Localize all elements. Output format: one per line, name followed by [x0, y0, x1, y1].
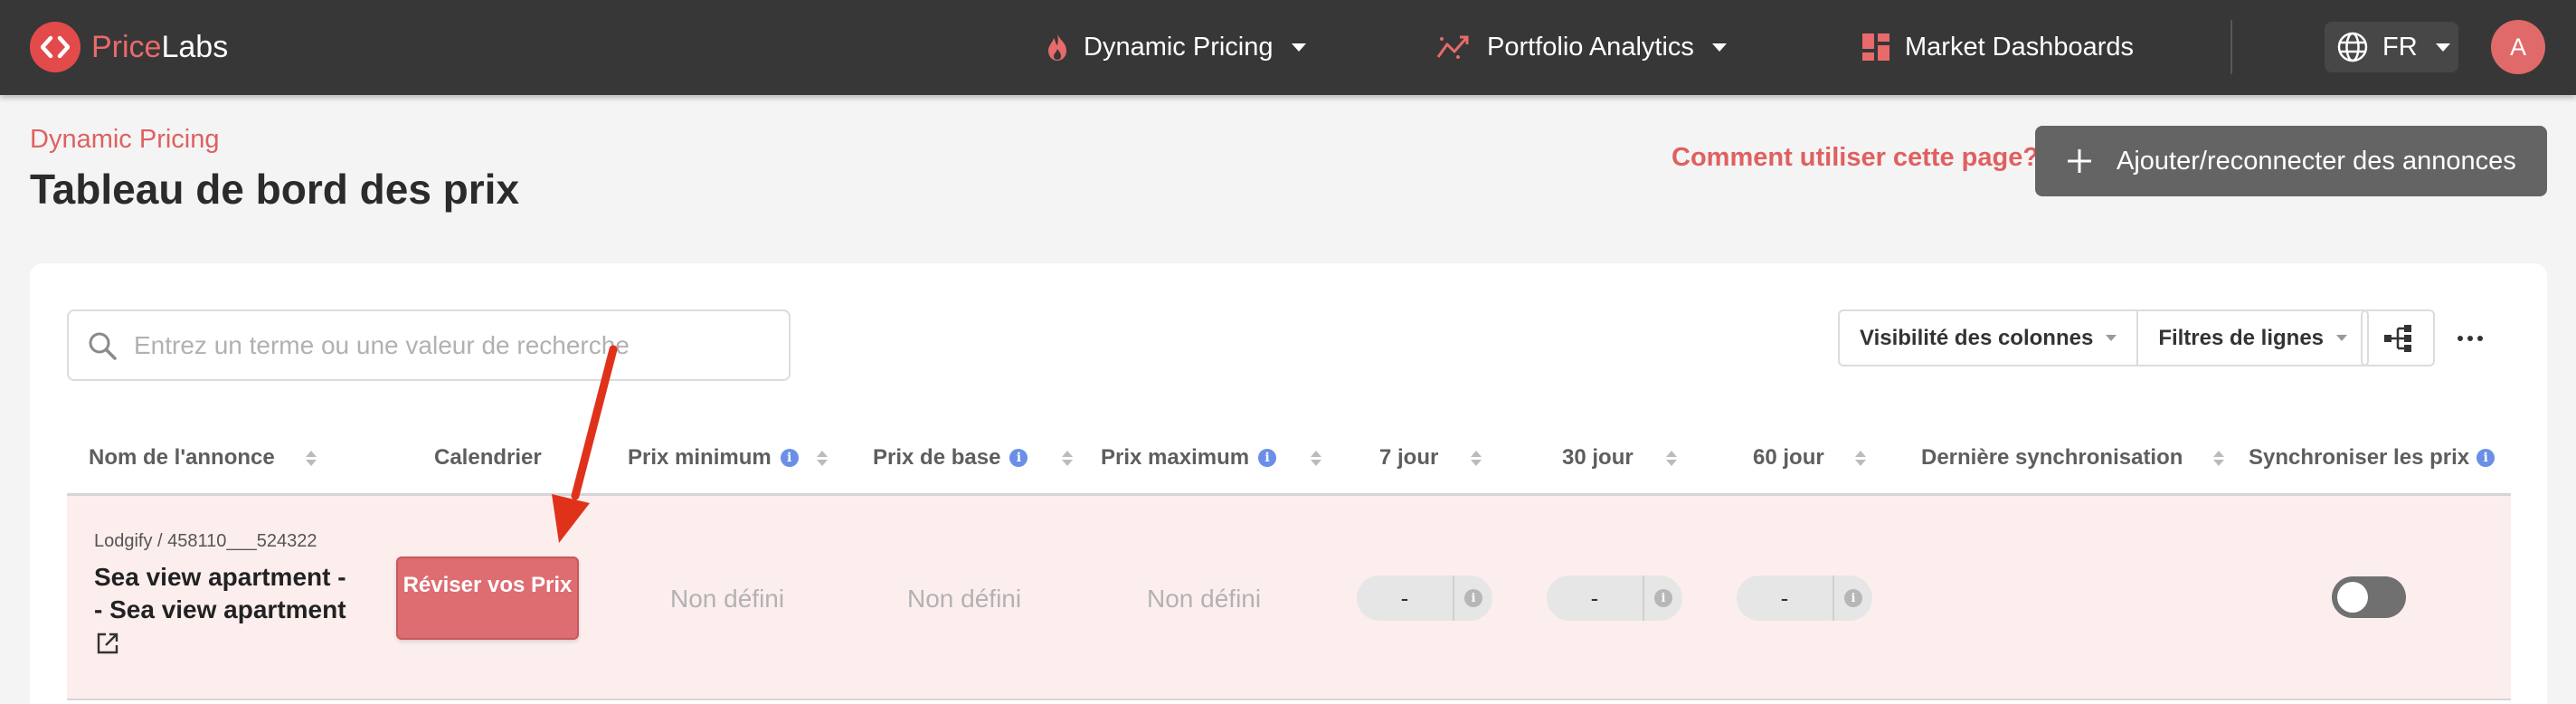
column-header-30-day[interactable]: 30 jour: [1562, 440, 1677, 476]
occupancy-30-day-value: -: [1547, 576, 1644, 621]
breadcrumb[interactable]: Dynamic Pricing: [30, 125, 220, 155]
info-icon[interactable]: i: [2477, 449, 2496, 467]
column-header-label: Nom de l'annonce: [89, 445, 275, 470]
info-icon[interactable]: i: [1258, 449, 1277, 467]
column-header-label: Dernière synchronisation: [1921, 445, 2183, 470]
row-filters-label: Filtres de lignes: [2158, 325, 2325, 350]
column-header-label: Prix maximum: [1101, 445, 1250, 470]
column-header-60-day[interactable]: 60 jour: [1753, 440, 1866, 476]
table-options-group: Visibilité des colonnes Filtres de ligne…: [1838, 309, 2370, 366]
max-price-value[interactable]: Non défini: [1147, 585, 1261, 614]
language-selector[interactable]: FR: [2325, 22, 2458, 72]
min-price-value[interactable]: Non défini: [670, 585, 784, 614]
nav-divider: [2230, 20, 2232, 74]
nav-market-dashboards[interactable]: Market Dashboards: [1861, 24, 2134, 71]
dashboard-icon: [1862, 33, 1889, 61]
column-header-calendar: Calendrier: [434, 440, 542, 476]
sort-icon: [816, 450, 828, 466]
nav-dynamic-pricing-label: Dynamic Pricing: [1084, 32, 1274, 62]
sort-icon: [1311, 450, 1322, 466]
info-icon[interactable]: i: [1844, 589, 1862, 607]
logo-text: PriceLabs: [91, 29, 229, 64]
column-header-label: Prix minimum: [628, 445, 772, 470]
nav-portfolio-analytics-label: Portfolio Analytics: [1487, 32, 1694, 62]
column-header-min-price[interactable]: Prix minimum i: [628, 440, 828, 476]
search-icon: [89, 332, 117, 360]
review-prices-button[interactable]: Réviser vos Prix: [396, 557, 579, 640]
row-filters-button[interactable]: Filtres de lignes: [2136, 311, 2367, 365]
trend-chart-icon: [1436, 35, 1469, 59]
info-icon[interactable]: i: [1464, 589, 1482, 607]
more-options-icon[interactable]: [2449, 323, 2491, 354]
base-price-value[interactable]: Non défini: [907, 585, 1021, 614]
search-input[interactable]: Entrez un terme ou une valeur de recherc…: [67, 309, 791, 381]
chevron-down-icon: [1291, 43, 1306, 52]
listing-source: Lodgify / 458110___524322: [94, 531, 317, 551]
sort-icon: [305, 450, 317, 466]
column-header-base-price[interactable]: Prix de base i: [873, 440, 1074, 476]
sort-icon: [1471, 450, 1482, 466]
add-listings-label: Ajouter/reconnecter des annonces: [2117, 146, 2516, 176]
add-listings-button[interactable]: Ajouter/reconnecter des annonces: [2035, 126, 2547, 196]
listing-name: Sea view apartment - - Sea view apartmen…: [94, 563, 346, 623]
column-header-label: Prix de base: [873, 445, 1001, 470]
column-header-7-day[interactable]: 7 jour: [1379, 440, 1482, 476]
chevron-down-icon: [2336, 335, 2348, 341]
column-header-max-price[interactable]: Prix maximum i: [1101, 440, 1322, 476]
column-header-listing-name[interactable]: Nom de l'annonce: [89, 440, 317, 476]
chevron-down-icon: [2435, 43, 2450, 52]
column-visibility-button[interactable]: Visibilité des colonnes: [1840, 311, 2136, 365]
info-icon[interactable]: i: [1654, 589, 1672, 607]
external-link-icon[interactable]: [96, 632, 119, 655]
column-header-label: Calendrier: [434, 445, 542, 470]
column-header-label: Synchroniser les prix: [2249, 445, 2470, 470]
occupancy-60-day-value: -: [1737, 576, 1834, 621]
occupancy-30-day-pill: - i: [1547, 576, 1682, 621]
user-avatar[interactable]: A: [2491, 20, 2545, 74]
sort-icon: [1854, 450, 1866, 466]
logo-mark-icon: [30, 22, 80, 72]
nav-portfolio-analytics[interactable]: Portfolio Analytics: [1436, 24, 1727, 71]
column-header-label: 60 jour: [1753, 445, 1824, 470]
top-navbar: PriceLabs Dynamic Pricing Portfolio Anal…: [0, 0, 2576, 95]
search-placeholder: Entrez un terme ou une valeur de recherc…: [134, 330, 630, 359]
column-header-last-sync[interactable]: Dernière synchronisation: [1921, 440, 2225, 476]
help-link[interactable]: Comment utiliser cette page?: [1672, 143, 2039, 173]
column-header-label: 7 jour: [1379, 445, 1439, 470]
info-icon[interactable]: i: [1009, 449, 1028, 467]
toggle-knob: [2337, 582, 2368, 613]
sort-icon: [1665, 450, 1677, 466]
pricelabs-logo[interactable]: PriceLabs: [30, 22, 228, 72]
column-visibility-label: Visibilité des colonnes: [1860, 325, 2094, 350]
group-view-button[interactable]: [2361, 309, 2435, 366]
page-title: Tableau de bord des prix: [30, 166, 520, 213]
chevron-down-icon: [1711, 43, 1727, 52]
nav-market-dashboards-label: Market Dashboards: [1905, 32, 2135, 62]
sort-icon: [1062, 450, 1074, 466]
flame-icon: [1048, 33, 1066, 61]
occupancy-7-day-pill: - i: [1357, 576, 1492, 621]
plus-icon: [2068, 149, 2091, 173]
occupancy-60-day-pill: - i: [1737, 576, 1872, 621]
occupancy-7-day-value: -: [1357, 576, 1454, 621]
column-header-sync-prices: Synchroniser les prix i: [2249, 440, 2496, 476]
chevron-down-icon: [2106, 335, 2117, 341]
globe-icon: [2337, 32, 2368, 62]
info-icon[interactable]: i: [780, 449, 799, 467]
hierarchy-tree-icon: [2384, 324, 2411, 352]
language-code: FR: [2382, 32, 2418, 62]
sync-prices-toggle[interactable]: [2332, 576, 2406, 618]
sort-icon: [2213, 450, 2225, 466]
nav-dynamic-pricing[interactable]: Dynamic Pricing: [1046, 24, 1306, 71]
column-header-label: 30 jour: [1562, 445, 1634, 470]
